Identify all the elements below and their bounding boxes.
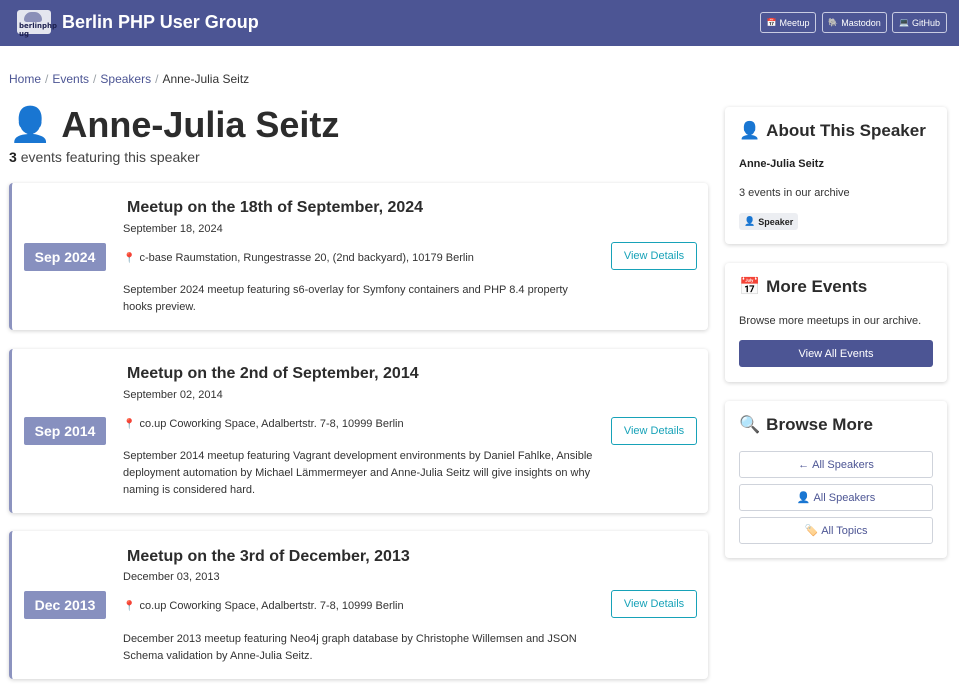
- all-speakers-button[interactable]: 👤 All Speakers: [739, 484, 933, 511]
- more-events-text: Browse more meetups in our archive.: [739, 315, 922, 327]
- about-speaker-card: 👤 About This Speaker Anne-Julia Seitz 3 …: [725, 107, 947, 244]
- speaker-name: Anne-Julia Seitz: [739, 158, 824, 170]
- calendar-icon: 📅: [739, 277, 761, 296]
- speaker-event-count: 3 events in our archive: [739, 187, 850, 199]
- github-link-button[interactable]: 💻 GitHub: [892, 12, 947, 33]
- event-title[interactable]: Meetup on the 2nd of September, 2014: [127, 365, 419, 383]
- calendar-icon: 📅: [766, 18, 777, 27]
- berlinphp-logo[interactable]: berlinphp ug: [17, 10, 57, 38]
- person-icon: 👤: [796, 492, 811, 504]
- mastodon-link-label: Mastodon: [841, 17, 881, 28]
- site-title[interactable]: Berlin PHP User Group: [62, 12, 259, 33]
- event-count-number: 3: [9, 149, 17, 165]
- map-pin-icon: 📍: [123, 252, 136, 264]
- more-events-title: More Events: [766, 277, 868, 296]
- event-location: 📍 co.up Coworking Space, Adalbertstr. 7-…: [123, 418, 404, 430]
- breadcrumb-speakers[interactable]: Speakers: [100, 72, 151, 86]
- event-location: 📍 c-base Raumstation, Rungestrasse 20, (…: [123, 252, 474, 264]
- speaker-name-heading: Anne-Julia Seitz: [61, 104, 340, 145]
- view-details-button[interactable]: View Details: [611, 242, 697, 270]
- map-pin-icon: 📍: [123, 600, 136, 612]
- event-card: Dec 2013 Meetup on the 3rd of December, …: [9, 531, 708, 679]
- tag-icon: 🏷️: [804, 525, 819, 537]
- browse-more-card: 🔍 Browse More ← All Speakers 👤 All Speak…: [725, 401, 947, 558]
- meetup-link-label: Meetup: [779, 17, 810, 28]
- event-location: 📍 co.up Coworking Space, Adalbertstr. 7-…: [123, 600, 404, 612]
- elephant-logo-icon: [24, 12, 42, 22]
- about-speaker-heading: 👤 About This Speaker: [739, 121, 926, 141]
- event-card: Sep 2014 Meetup on the 2nd of September,…: [9, 349, 708, 513]
- github-link-label: GitHub: [911, 17, 940, 28]
- person-icon: 👤: [739, 121, 761, 140]
- search-icon: 🔍: [739, 415, 761, 434]
- map-pin-icon: 📍: [123, 418, 136, 430]
- breadcrumb-separator: /: [155, 72, 159, 86]
- speaker-badge-label: Speaker: [758, 216, 794, 227]
- all-topics-button[interactable]: 🏷️ All Topics: [739, 517, 933, 544]
- event-description: September 2024 meetup featuring s6-overl…: [123, 284, 568, 313]
- event-location-text: c-base Raumstation, Rungestrasse 20, (2n…: [139, 252, 474, 264]
- event-title[interactable]: Meetup on the 3rd of December, 2013: [127, 548, 410, 566]
- breadcrumb-separator: /: [93, 72, 97, 86]
- top-navbar: berlinphp ug Berlin PHP User Group 📅 Mee…: [0, 0, 959, 46]
- laptop-icon: 💻: [899, 18, 909, 27]
- breadcrumb-separator: /: [45, 72, 49, 86]
- event-location-text: co.up Coworking Space, Adalbertstr. 7-8,…: [139, 600, 404, 612]
- event-date: December 03, 2013: [123, 571, 220, 583]
- back-all-speakers-button[interactable]: ← All Speakers: [739, 451, 933, 478]
- event-date: September 18, 2024: [123, 223, 223, 235]
- breadcrumb-current: Anne-Julia Seitz: [162, 72, 250, 86]
- event-card: Sep 2024 Meetup on the 18th of September…: [9, 183, 708, 330]
- date-badge: Sep 2014: [24, 417, 106, 445]
- person-icon: 👤: [744, 216, 756, 226]
- all-topics-label: All Topics: [821, 524, 868, 537]
- back-all-speakers-label: All Speakers: [812, 458, 874, 471]
- event-count-subtitle: 3 events featuring this speaker: [9, 149, 200, 165]
- event-description: September 2014 meetup featuring Vagrant …: [123, 450, 593, 496]
- speaker-badge: 👤 Speaker: [739, 213, 799, 230]
- view-all-events-button[interactable]: View All Events: [739, 340, 933, 367]
- logo-text: berlinphp ug: [19, 22, 57, 38]
- date-badge: Sep 2024: [24, 243, 106, 271]
- mastodon-icon: 🐘: [828, 18, 839, 27]
- event-date: September 02, 2014: [123, 389, 223, 401]
- event-title[interactable]: Meetup on the 18th of September, 2024: [127, 199, 423, 217]
- view-details-button[interactable]: View Details: [611, 590, 697, 618]
- view-details-button[interactable]: View Details: [611, 417, 697, 445]
- event-count-text: events featuring this speaker: [20, 149, 200, 165]
- event-location-text: co.up Coworking Space, Adalbertstr. 7-8,…: [139, 418, 404, 430]
- page-title: 👤 Anne-Julia Seitz: [9, 104, 339, 146]
- more-events-card: 📅 More Events Browse more meetups in our…: [725, 263, 947, 382]
- breadcrumb-home[interactable]: Home: [9, 72, 41, 86]
- arrow-left-icon: ←: [798, 458, 810, 471]
- date-badge: Dec 2013: [24, 591, 106, 619]
- breadcrumb: Home / Events / Speakers / Anne-Julia Se…: [9, 72, 249, 86]
- person-icon: 👤: [9, 106, 52, 144]
- browse-more-title: Browse More: [766, 415, 873, 434]
- breadcrumb-events[interactable]: Events: [52, 72, 89, 86]
- browse-more-heading: 🔍 Browse More: [739, 415, 873, 435]
- about-speaker-title: About This Speaker: [766, 121, 926, 140]
- more-events-heading: 📅 More Events: [739, 277, 867, 297]
- event-description: December 2013 meetup featuring Neo4j gra…: [123, 633, 577, 662]
- all-speakers-label: All Speakers: [813, 491, 876, 504]
- meetup-link-button[interactable]: 📅 Meetup: [760, 12, 816, 33]
- mastodon-link-button[interactable]: 🐘 Mastodon: [822, 12, 887, 33]
